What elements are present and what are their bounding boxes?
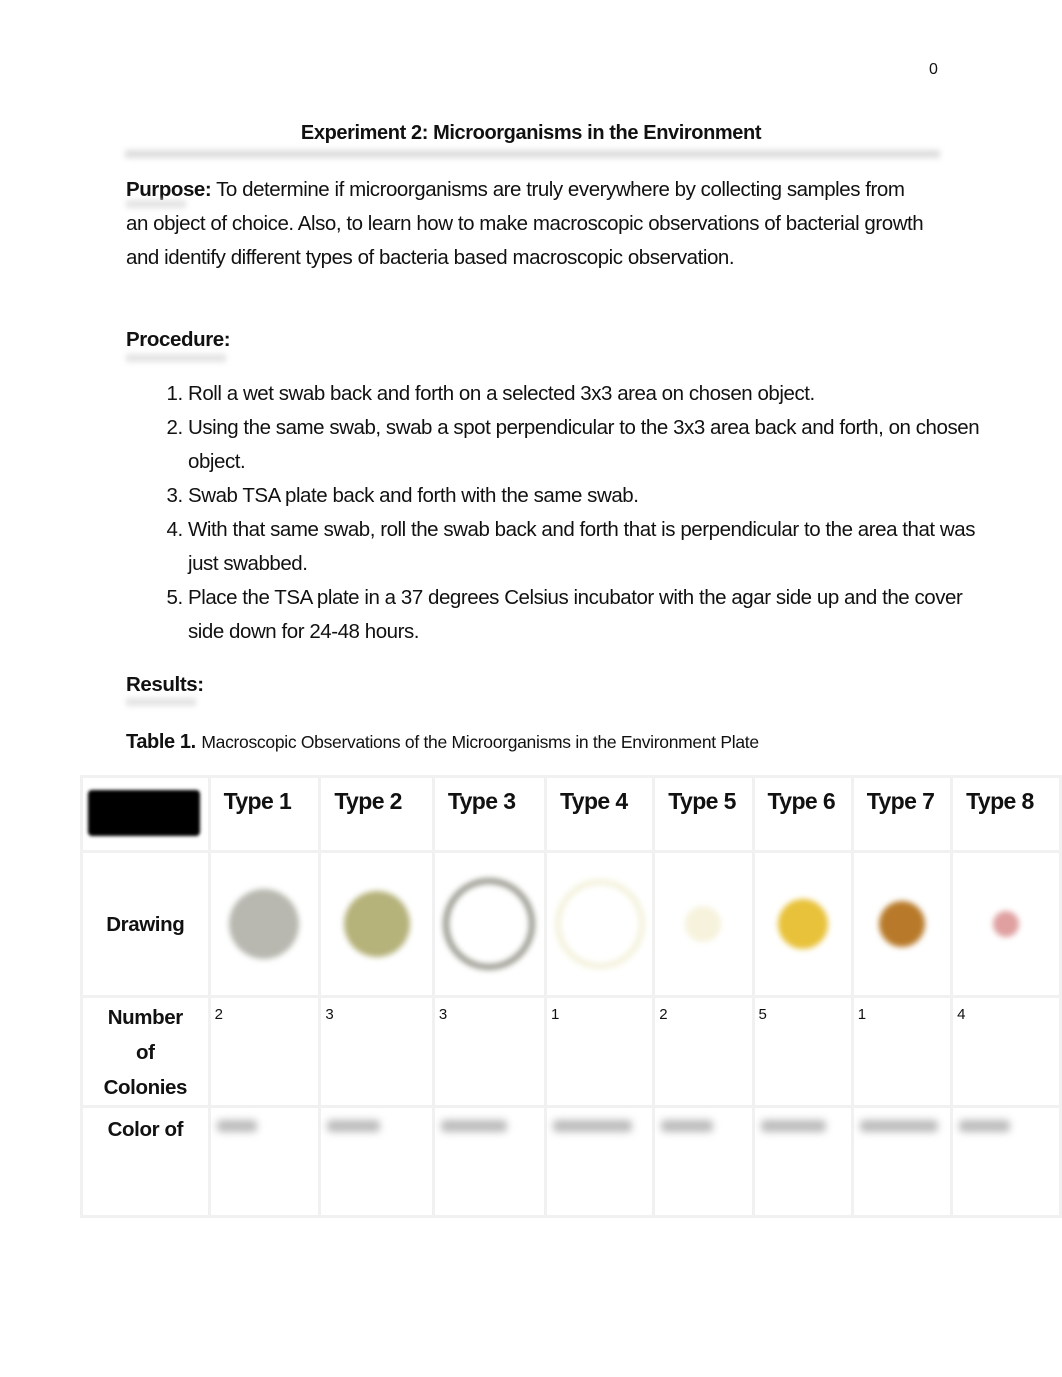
page-title: Experiment 2: Microorganisms in the Envi… [300, 122, 762, 144]
color-cell [318, 1105, 435, 1218]
purpose-paragraph: Purpose: To determine if microorganisms … [126, 173, 926, 275]
purpose-text: To determine if microorganisms are truly… [126, 178, 924, 269]
title-divider [125, 150, 940, 158]
table-label: Table 1. [126, 731, 196, 753]
blurred-text [661, 1120, 714, 1132]
row-label-number: Number of Colonies [80, 995, 211, 1108]
column-header: Type 6 [751, 775, 854, 853]
column-header: Type 4 [544, 775, 656, 853]
colony-drawing [685, 906, 722, 942]
colony-drawing [878, 901, 925, 947]
colony-drawing [343, 891, 410, 957]
row-label-drawing: Drawing [80, 850, 211, 998]
procedure-step: Place the TSA plate in a 37 degrees Cels… [188, 581, 988, 649]
column-header: Type 3 [431, 775, 548, 853]
drawing-cell [207, 850, 322, 998]
blurred-text [553, 1120, 633, 1132]
drawing-cell [431, 850, 548, 998]
drawing-cell [950, 850, 1062, 998]
colony-count-row: Number of Colonies 23312514 [80, 995, 1062, 1108]
column-header: Type 7 [850, 775, 954, 853]
table-caption: Table 1. Macroscopic Observations of the… [126, 731, 759, 754]
color-cell [207, 1105, 322, 1218]
color-row: Color of [80, 1105, 1062, 1218]
colony-count-cell: 1 [850, 995, 954, 1108]
procedure-heading: Procedure: [126, 328, 231, 351]
redacted-header-cell [80, 775, 211, 853]
drawing-cell [318, 850, 435, 998]
blurred-text [859, 1120, 938, 1132]
blurred-text [959, 1120, 1011, 1132]
drawing-row: Drawing [80, 850, 1062, 998]
blurred-text [327, 1120, 381, 1132]
procedure-step: With that same swab, roll the swab back … [188, 513, 988, 581]
procedure-list: Roll a wet swab back and forth on a sele… [126, 377, 988, 649]
colony-count-cell: 3 [431, 995, 548, 1108]
color-cell [652, 1105, 755, 1218]
color-cell [751, 1105, 854, 1218]
redacted-block [88, 790, 200, 836]
blurred-text [760, 1120, 826, 1132]
drawing-cell [652, 850, 755, 998]
colony-count-cell: 2 [207, 995, 322, 1108]
page-number: 0 [929, 61, 938, 78]
column-header: Type 5 [652, 775, 755, 853]
colony-drawing [443, 878, 536, 970]
colony-drawing [993, 911, 1020, 937]
colony-count-cell: 4 [950, 995, 1062, 1108]
drawing-cell [544, 850, 656, 998]
colony-count-cell: 2 [652, 995, 755, 1108]
blurred-text [216, 1120, 257, 1132]
label-line: Number [107, 1006, 183, 1029]
colony-drawing [554, 879, 645, 969]
purpose-label: Purpose: [126, 178, 212, 201]
blurred-text [440, 1120, 507, 1132]
results-heading: Results: [126, 673, 204, 696]
label-line: Colonies [103, 1076, 188, 1099]
color-cell [544, 1105, 656, 1218]
colony-drawing [777, 899, 828, 949]
column-header: Type 1 [207, 775, 322, 853]
smudge [126, 200, 186, 208]
drawing-cell [850, 850, 954, 998]
procedure-step: Using the same swab, swab a spot perpend… [188, 411, 988, 479]
label-line: of [136, 1041, 155, 1064]
column-header: Type 2 [318, 775, 435, 853]
colony-count-cell: 5 [751, 995, 854, 1108]
smudge [126, 354, 226, 362]
colony-count-cell: 3 [318, 995, 435, 1108]
procedure-step: Swab TSA plate back and forth with the s… [188, 479, 988, 513]
color-cell [850, 1105, 954, 1218]
colony-count-cell: 1 [544, 995, 656, 1108]
colony-drawing [229, 889, 300, 959]
table-header-row: Type 1 Type 2 Type 3 Type 4 Type 5 Type 6 Type… [80, 775, 1062, 853]
smudge [126, 698, 196, 706]
color-cell [950, 1105, 1062, 1218]
color-cell [431, 1105, 548, 1218]
column-header: Type 8 [950, 775, 1062, 853]
table-caption-text: Macroscopic Observations of the Microorg… [201, 732, 759, 752]
row-label-color: Color of [80, 1105, 211, 1218]
observations-table: Type 1 Type 2 Type 3 Type 4 Type 5 Type 6 Type… [80, 775, 1062, 1218]
procedure-step: Roll a wet swab back and forth on a sele… [188, 377, 988, 411]
drawing-cell [751, 850, 854, 998]
